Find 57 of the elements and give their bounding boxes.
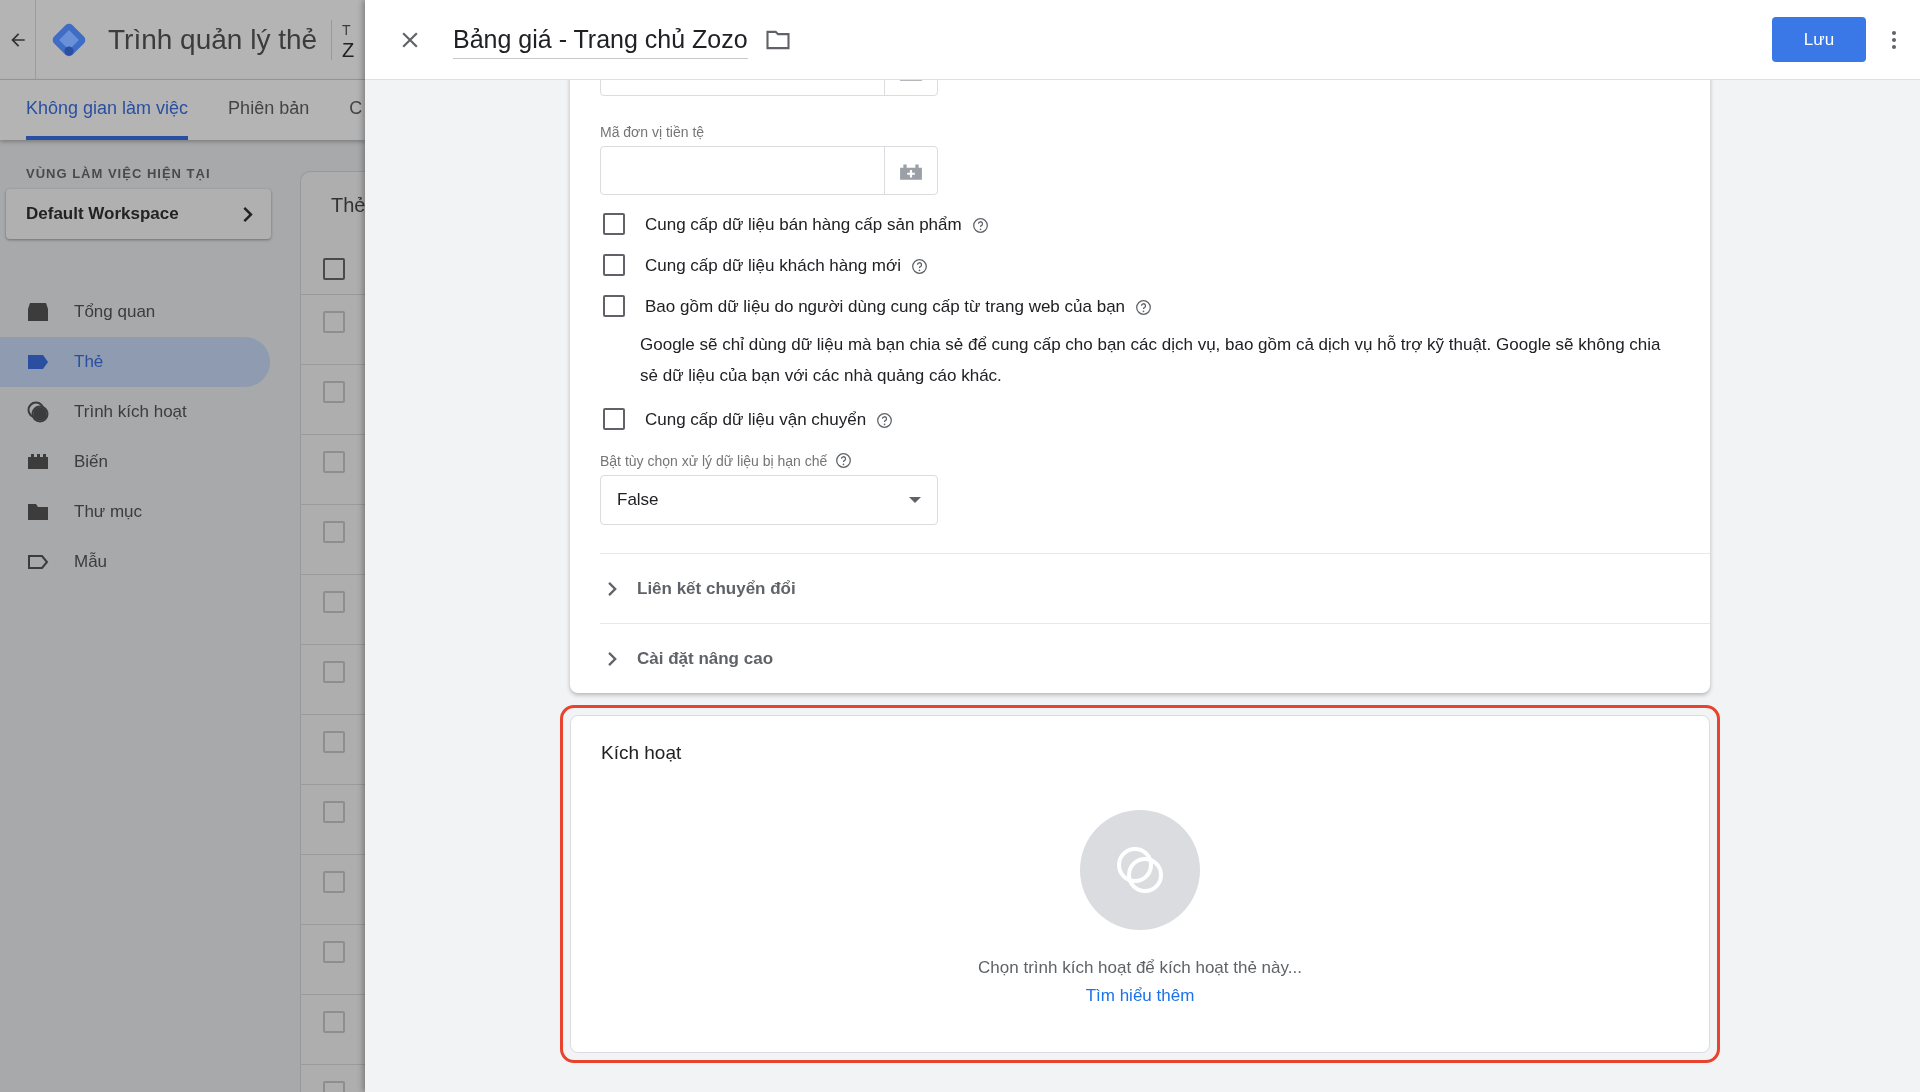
nav-item[interactable]: Thẻ xyxy=(0,337,270,387)
card-title: Kích hoạt xyxy=(601,742,682,764)
context-text: Z xyxy=(342,39,355,60)
field-label: Mã đơn vị tiền tệ xyxy=(600,124,705,140)
checkbox[interactable] xyxy=(323,1011,345,1033)
input-field[interactable] xyxy=(600,146,938,195)
app-title: Trình quản lý thẻ xyxy=(108,23,318,56)
save-button[interactable]: Lưu xyxy=(1772,17,1866,62)
briefcase-icon xyxy=(26,300,50,324)
checkbox[interactable] xyxy=(323,451,345,473)
checkbox[interactable] xyxy=(603,408,625,430)
tab[interactable]: Không gian làm việc xyxy=(26,80,189,140)
checkbox-label: Bao gồm dữ liệu do người dùng cung cấp từ trang web của bạn xyxy=(645,296,1126,318)
help-icon[interactable] xyxy=(1135,298,1153,316)
learn-more-link[interactable]: Tìm hiểu thêm xyxy=(1085,986,1195,1006)
workspace-button[interactable]: Default Workspace xyxy=(6,189,271,239)
checkbox[interactable] xyxy=(603,295,625,317)
checkbox-label: Cung cấp dữ liệu khách hàng mới xyxy=(645,255,901,277)
chevron-right-icon xyxy=(243,206,253,222)
help-icon[interactable] xyxy=(910,257,928,275)
info-text: Google sẽ chỉ dùng dữ liệu mà bạn chia sẻ để cung cấp cho bạn các dịch vụ, bao gồm cả dịch vụ hỗ trợ kỹ thuật. Google sẽ không chia sẻ dữ liệu của bạn với các nhà quảng cáo khác. xyxy=(640,334,1662,387)
nav-item[interactable]: Thư mục xyxy=(0,487,270,537)
help-icon[interactable] xyxy=(971,216,989,234)
select-field[interactable]: False xyxy=(600,475,938,525)
help-icon[interactable] xyxy=(835,452,853,469)
section-heading: VÙNG LÀM VIỆC HIỆN TẠI xyxy=(26,166,212,181)
tab[interactable]: Phiên bản xyxy=(228,80,310,140)
nav-item[interactable]: Mẫu xyxy=(0,537,270,587)
checkbox[interactable] xyxy=(603,213,625,235)
nav-item[interactable]: Tổng quan xyxy=(0,287,270,337)
help-icon[interactable] xyxy=(876,411,894,429)
expandable-section[interactable]: Liên kết chuyển đổi xyxy=(600,553,1710,623)
nav-item[interactable]: Trình kích hoạt xyxy=(0,387,270,437)
tag-name-field[interactable]: Bảng giá - Trang chủ Zozo xyxy=(453,20,748,59)
trigger-placeholder-icon[interactable] xyxy=(1080,810,1200,930)
checkbox[interactable] xyxy=(323,801,345,823)
checkbox[interactable] xyxy=(323,258,345,280)
checkbox[interactable] xyxy=(603,254,625,276)
checkbox[interactable] xyxy=(323,941,345,963)
checkbox[interactable] xyxy=(323,871,345,893)
field-label: Bật tùy chọn xử lý dữ liệu bị hạn chế xyxy=(600,452,828,469)
checkbox[interactable] xyxy=(323,521,345,543)
checkbox-label: Cung cấp dữ liệu vận chuyển xyxy=(645,409,867,431)
checkbox[interactable] xyxy=(323,731,345,753)
expandable-section[interactable]: Cài đặt nâng cao xyxy=(600,623,1710,693)
nav-item[interactable]: Biến xyxy=(0,437,270,487)
checkbox[interactable] xyxy=(323,591,345,613)
checkbox-label: Cung cấp dữ liệu bán hàng cấp sản phẩm xyxy=(645,214,962,236)
tab[interactable]: C xyxy=(349,80,363,140)
dropdown-caret-icon xyxy=(909,497,921,503)
checkbox[interactable] xyxy=(323,311,345,333)
overlapping-circles-icon xyxy=(26,400,50,424)
hint-text: Chọn trình kích hoạt để kích hoạt thẻ này... xyxy=(978,958,1302,978)
checkbox[interactable] xyxy=(323,381,345,403)
context-text: T xyxy=(342,20,352,40)
checkbox[interactable] xyxy=(323,661,345,683)
card-title: Thẻ xyxy=(330,193,365,218)
